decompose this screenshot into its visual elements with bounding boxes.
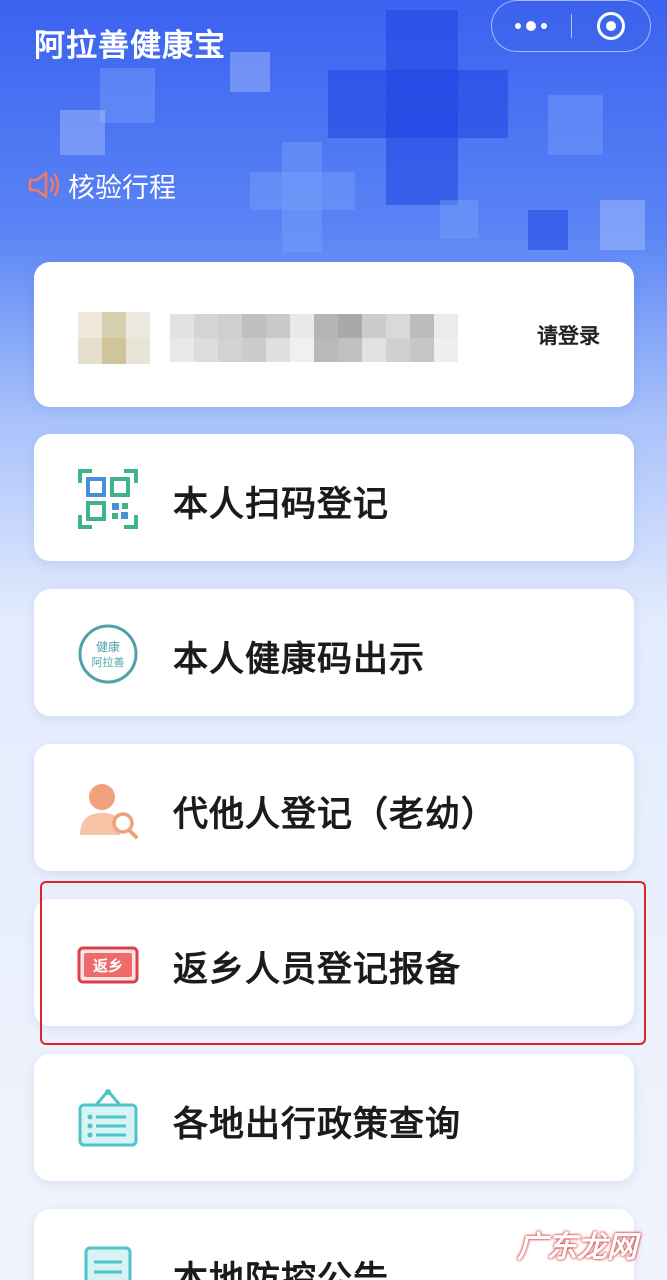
close-program-button[interactable]: [572, 1, 651, 51]
menu-label: 各地出行政策查询: [173, 1105, 462, 1145]
decor-square: [440, 200, 478, 238]
menu-item-scan-register[interactable]: 本人扫码登记: [34, 434, 634, 561]
more-dots-icon: [515, 21, 548, 31]
decor-square: [548, 95, 603, 155]
speaker-icon: [28, 171, 60, 199]
more-menu-button[interactable]: [492, 1, 571, 51]
app-title: 阿拉善健康宝: [34, 28, 226, 64]
person-search-icon: [80, 784, 138, 839]
menu-item-travel-policy[interactable]: 各地出行政策查询: [34, 1054, 634, 1181]
menu-label: 代他人登记（老幼）: [173, 795, 498, 835]
login-link[interactable]: 请登录: [537, 320, 600, 350]
menu-item-health-code[interactable]: 健康 阿拉善 本人健康码出示: [34, 589, 634, 716]
decor-cross-small-h: [250, 172, 355, 210]
decor-square: [100, 68, 155, 123]
menu-item-register-others[interactable]: 代他人登记（老幼）: [34, 744, 634, 871]
username-blurred: [170, 314, 460, 362]
decor-cross-horizontal: [328, 70, 508, 138]
watermark: 广东龙网: [517, 1230, 637, 1265]
decor-square: [600, 200, 645, 250]
notice-text: 核验行程: [68, 172, 176, 204]
close-target-icon: [596, 12, 625, 40]
decor-square: [230, 52, 270, 92]
profile-card[interactable]: 请登录: [34, 262, 634, 407]
qr-scan-icon: [78, 469, 138, 529]
avatar-blurred: [78, 312, 150, 364]
highlight-annotation-box: [40, 881, 646, 1045]
health-badge-top-text: 健康: [96, 639, 120, 654]
notice-bar[interactable]: 核验行程: [24, 163, 176, 207]
menu-label: 本地防控公告: [173, 1260, 390, 1280]
health-code-badge-icon: 健康 阿拉善: [78, 624, 138, 684]
announcement-doc-icon: [84, 1246, 132, 1280]
menu-label: 本人扫码登记: [173, 485, 390, 525]
policy-board-icon: [78, 1089, 138, 1147]
mini-program-capsule: [491, 0, 651, 52]
decor-square: [528, 210, 568, 250]
health-badge-bottom-text: 阿拉善: [92, 655, 125, 669]
decor-square: [60, 110, 105, 155]
menu-label: 本人健康码出示: [173, 640, 426, 680]
